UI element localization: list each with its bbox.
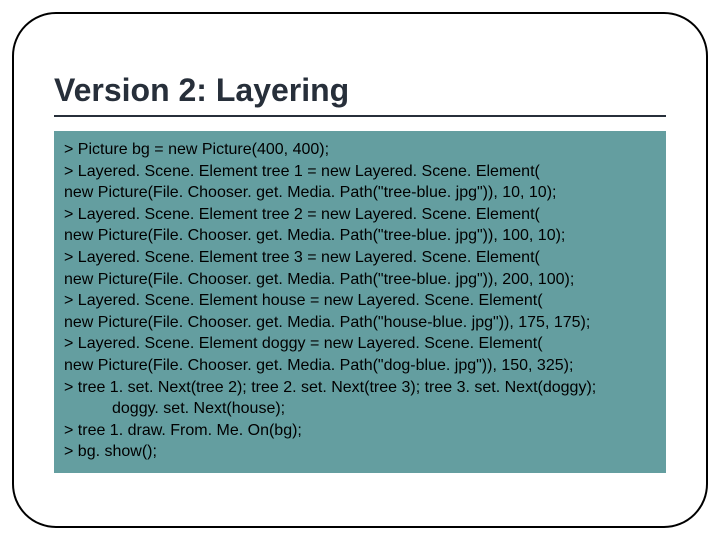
- code-line: > Layered. Scene. Element doggy = new La…: [64, 333, 656, 355]
- code-line: > bg. show();: [64, 441, 656, 463]
- code-line: > Layered. Scene. Element house = new La…: [64, 290, 656, 312]
- code-line: new Picture(File. Chooser. get. Media. P…: [64, 355, 656, 377]
- code-line: > tree 1. draw. From. Me. On(bg);: [64, 420, 656, 442]
- slide-frame: Version 2: Layering > Picture bg = new P…: [12, 12, 708, 528]
- slide-title: Version 2: Layering: [54, 72, 666, 109]
- code-line: new Picture(File. Chooser. get. Media. P…: [64, 269, 656, 291]
- code-line: doggy. set. Next(house);: [64, 398, 656, 420]
- code-line: new Picture(File. Chooser. get. Media. P…: [64, 312, 656, 334]
- title-underline: [54, 115, 666, 117]
- code-line: > Picture bg = new Picture(400, 400);: [64, 139, 656, 161]
- code-line: > Layered. Scene. Element tree 1 = new L…: [64, 161, 656, 183]
- code-block: > Picture bg = new Picture(400, 400); > …: [54, 131, 666, 473]
- code-line: > tree 1. set. Next(tree 2); tree 2. set…: [64, 377, 656, 399]
- code-line: > Layered. Scene. Element tree 2 = new L…: [64, 204, 656, 226]
- code-line: new Picture(File. Chooser. get. Media. P…: [64, 182, 656, 204]
- code-line: new Picture(File. Chooser. get. Media. P…: [64, 225, 656, 247]
- code-line: > Layered. Scene. Element tree 3 = new L…: [64, 247, 656, 269]
